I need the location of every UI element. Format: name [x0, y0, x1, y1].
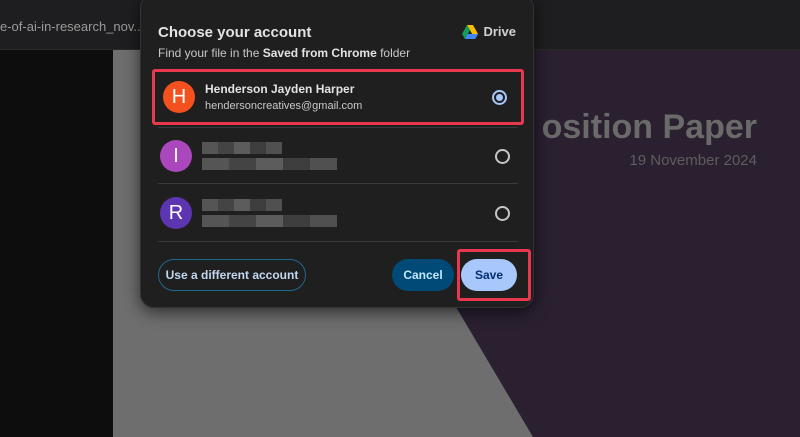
drive-label: Drive [483, 24, 516, 39]
account-option-2[interactable]: I [152, 128, 524, 184]
divider [158, 241, 518, 242]
account-email: hendersoncreatives@gmail.com [205, 100, 363, 112]
redacted-account-info [202, 199, 337, 227]
subtitle-text: folder [376, 46, 411, 60]
avatar: H [163, 81, 195, 113]
document-date: 19 November 2024 [629, 152, 757, 169]
account-radio[interactable] [495, 148, 510, 164]
avatar: I [160, 140, 192, 172]
account-option-henderson[interactable]: H Henderson Jayden Harper hendersoncreat… [152, 69, 524, 125]
account-radio[interactable] [495, 205, 510, 221]
drive-brand: Drive [462, 24, 516, 39]
dialog-title: Choose your account [158, 24, 312, 41]
account-option-3[interactable]: R [152, 185, 524, 241]
google-drive-icon [462, 24, 479, 39]
subtitle-text: Find your file in the [158, 46, 263, 60]
document-title: osition Paper [541, 108, 757, 146]
account-name: Henderson Jayden Harper [205, 82, 355, 96]
choose-account-dialog: Choose your account Find your file in th… [140, 0, 534, 308]
dialog-subtitle: Find your file in the Saved from Chrome … [158, 46, 410, 60]
folder-name: Saved from Chrome [262, 46, 377, 60]
save-button[interactable]: Save [461, 259, 517, 291]
use-different-account-button[interactable]: Use a different account [158, 259, 306, 291]
cancel-button[interactable]: Cancel [392, 259, 454, 291]
account-radio-selected[interactable] [492, 89, 507, 105]
divider [158, 183, 518, 184]
redacted-account-info [202, 142, 337, 170]
avatar: R [160, 197, 192, 229]
pdf-file-title: e-of-ai-in-research_nov... [0, 19, 145, 34]
